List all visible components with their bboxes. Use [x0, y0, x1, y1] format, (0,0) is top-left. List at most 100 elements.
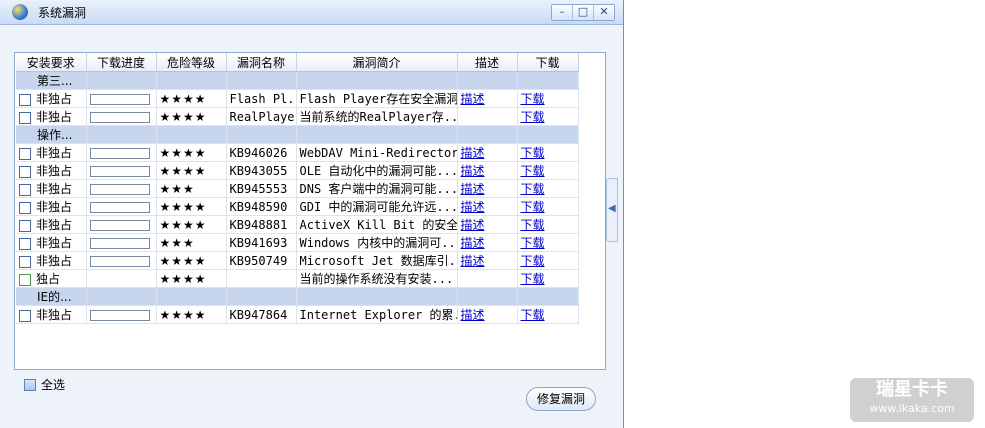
watermark: 瑞星卡卡 www.ikaka.com [850, 378, 974, 422]
requirement-cell: 非独占 [16, 305, 87, 324]
describe-cell: 描述 [457, 233, 518, 252]
download-link[interactable]: 下载 [521, 146, 545, 160]
side-collapse-handle[interactable]: ◀ [606, 178, 618, 242]
vulnerability-row[interactable]: 非独占 ★★★★Flash Pl...Flash Player存在安全漏洞描述 下载 [16, 89, 579, 108]
column-header-name[interactable]: 漏洞名称 [226, 53, 297, 72]
row-checkbox[interactable] [19, 165, 31, 178]
row-checkbox[interactable] [19, 111, 31, 124]
column-header-describe[interactable]: 描述 [457, 53, 518, 72]
describe-link[interactable]: 描述 [461, 218, 485, 232]
requirement-label: 非独占 [36, 182, 73, 196]
progress-cell [86, 233, 157, 252]
row-checkbox[interactable] [19, 255, 31, 268]
repair-vulnerabilities-button[interactable]: 修复漏洞 [526, 387, 596, 411]
row-checkbox[interactable] [19, 219, 31, 232]
minimize-button[interactable]: – [552, 5, 572, 20]
vulnerability-table: 安装要求 下载进度 危险等级 漏洞名称 漏洞简介 描述 下载 第三... 非独占 ★… [16, 53, 579, 324]
select-all-checkbox[interactable] [24, 378, 36, 391]
requirement-label: 非独占 [36, 218, 73, 232]
describe-link[interactable]: 描述 [461, 200, 485, 214]
row-checkbox[interactable] [19, 183, 31, 196]
progress-cell [86, 107, 157, 126]
row-checkbox[interactable] [19, 147, 31, 160]
vulnerability-row[interactable]: 非独占 ★★★★KB947864Internet Explorer 的累...描述… [16, 305, 579, 324]
risk-stars: ★★★★ [156, 143, 227, 162]
describe-link[interactable]: 描述 [461, 164, 485, 178]
row-checkbox[interactable] [19, 201, 31, 214]
download-link[interactable]: 下载 [521, 308, 545, 322]
row-checkbox[interactable] [19, 273, 31, 286]
vulnerability-name: RealPlayer [226, 107, 297, 126]
vulnerability-row[interactable]: 非独占 ★★★ KB941693 Windows 内核中的漏洞可... 描述 下载 [16, 233, 579, 252]
vulnerability-name: KB948590 [226, 197, 297, 216]
describe-link[interactable]: 描述 [461, 146, 485, 160]
download-link[interactable]: 下载 [521, 236, 545, 250]
group-label: 第三... [16, 71, 87, 90]
describe-cell: 描述 [457, 197, 518, 216]
download-progress-bar [89, 147, 150, 159]
row-checkbox[interactable] [19, 93, 31, 106]
download-cell: 下载 [517, 89, 579, 108]
vulnerability-row[interactable]: 独占 ★★★★ 当前的操作系统没有安装... 下载 [16, 269, 579, 288]
describe-cell: 描述 [457, 143, 518, 162]
vulnerability-name: KB941693 [226, 233, 297, 252]
vulnerability-row[interactable]: 非独占 ★★★★ KB948590 GDI 中的漏洞可能允许远... 描述 下载 [16, 197, 579, 216]
close-button[interactable]: ✕ [593, 5, 614, 20]
download-link[interactable]: 下载 [521, 218, 545, 232]
requirement-label: 非独占 [36, 110, 73, 124]
column-header-intro[interactable]: 漏洞简介 [296, 53, 458, 72]
describe-link[interactable]: 描述 [461, 236, 485, 250]
vulnerability-row[interactable]: 非独占 ★★★★KB946026WebDAV Mini-Redirector ..… [16, 143, 579, 162]
vulnerability-row[interactable]: 非独占 ★★★★KB948881ActiveX Kill Bit 的安全...描述… [16, 215, 579, 234]
requirement-label: 非独占 [36, 92, 73, 106]
column-header-download[interactable]: 下载 [517, 53, 579, 72]
group-row[interactable]: 第三... [16, 71, 579, 90]
download-link[interactable]: 下载 [521, 200, 545, 214]
describe-link[interactable]: 描述 [461, 182, 485, 196]
vulnerability-row[interactable]: 非独占 ★★★★ KB950749 Microsoft Jet 数据库引... 描述 下载 [16, 251, 579, 270]
vulnerability-name: KB950749 [226, 251, 297, 270]
vulnerability-row[interactable]: 非独占 ★★★★ RealPlayer 当前系统的RealPlayer存... 下载 [16, 107, 579, 126]
requirement-label: 非独占 [36, 200, 73, 214]
requirement-cell: 非独占 [16, 143, 87, 162]
vulnerability-list-panel[interactable]: 安装要求 下载进度 危险等级 漏洞名称 漏洞简介 描述 下载 第三... 非独占 ★… [14, 52, 606, 370]
describe-cell: 描述 [457, 305, 518, 324]
vulnerability-row[interactable]: 非独占 ★★★ KB945553 DNS 客户端中的漏洞可能... 描述 下载 [16, 179, 579, 198]
column-header-risk[interactable]: 危险等级 [156, 53, 227, 72]
progress-cell [86, 197, 157, 216]
requirement-cell: 非独占 [16, 215, 87, 234]
row-checkbox[interactable] [19, 237, 31, 250]
download-link[interactable]: 下载 [521, 272, 545, 286]
download-link[interactable]: 下载 [521, 92, 545, 106]
requirement-cell: 非独占 [16, 179, 87, 198]
download-link[interactable]: 下载 [521, 110, 545, 124]
download-cell: 下载 [517, 233, 579, 252]
group-label: 操作... [16, 125, 87, 144]
describe-cell: 描述 [457, 179, 518, 198]
vulnerability-name: KB946026 [226, 143, 297, 162]
download-link[interactable]: 下载 [521, 182, 545, 196]
title-bar[interactable]: 系统漏洞 – □ ✕ [0, 0, 623, 25]
group-row[interactable]: 操作... [16, 125, 579, 144]
column-header-progress[interactable]: 下载进度 [86, 53, 157, 72]
requirement-cell: 非独占 [16, 107, 87, 126]
group-row[interactable]: IE的... [16, 287, 579, 306]
select-all[interactable]: 全选 [24, 376, 65, 393]
describe-link[interactable]: 描述 [461, 254, 485, 268]
vulnerability-intro: Flash Player存在安全漏洞 [296, 89, 458, 108]
row-checkbox[interactable] [19, 309, 31, 322]
vulnerability-row[interactable]: 非独占 ★★★★ KB943055 OLE 自动化中的漏洞可能... 描述 下载 [16, 161, 579, 180]
maximize-button[interactable]: □ [572, 5, 593, 20]
download-link[interactable]: 下载 [521, 254, 545, 268]
column-header-requirement[interactable]: 安装要求 [16, 53, 87, 72]
vulnerability-name: Flash Pl... [226, 89, 297, 108]
download-cell: 下载 [517, 269, 579, 288]
download-link[interactable]: 下载 [521, 164, 545, 178]
risk-stars: ★★★★ [156, 251, 227, 270]
download-progress-bar [89, 237, 150, 249]
describe-link[interactable]: 描述 [461, 92, 485, 106]
describe-link[interactable]: 描述 [461, 308, 485, 322]
download-progress-bar [89, 183, 150, 195]
download-progress-bar [89, 111, 150, 123]
requirement-cell: 独占 [16, 269, 87, 288]
